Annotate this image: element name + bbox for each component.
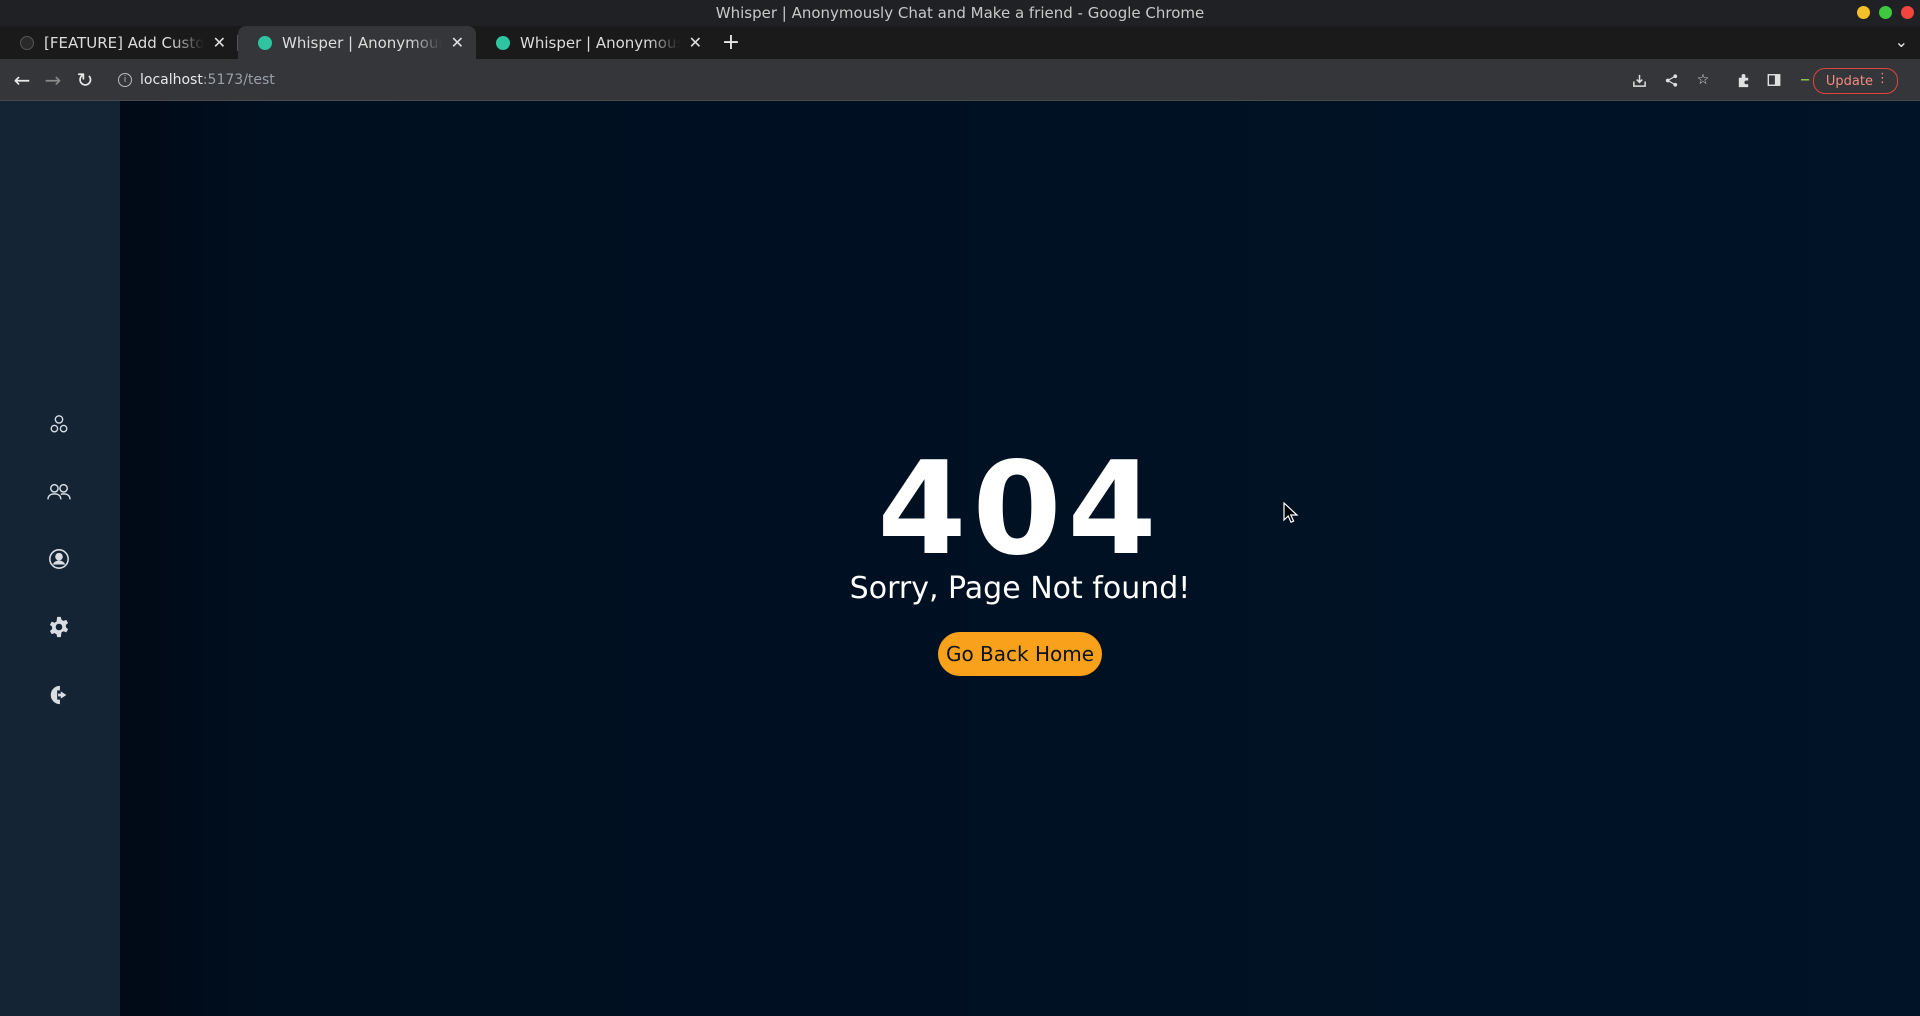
tab-close-icon[interactable]: ✕ <box>213 33 226 52</box>
profile-icon <box>49 549 69 569</box>
extensions-icon[interactable] <box>1734 71 1752 89</box>
sidebar-item-profile[interactable] <box>47 547 71 571</box>
update-button[interactable]: Update ⋮ <box>1812 68 1898 94</box>
new-tab-button[interactable]: + <box>714 26 748 59</box>
tab-close-icon[interactable]: ✕ <box>689 33 702 52</box>
sidebar-item-users[interactable] <box>47 480 71 504</box>
sidebar-item-settings[interactable] <box>47 615 71 639</box>
plus-icon: + <box>721 30 741 55</box>
sidebar <box>0 101 120 1016</box>
url-host: localhost <box>140 72 203 88</box>
tab-github-issue[interactable]: [FEATURE] Add Custom 4 ✕ <box>0 26 238 59</box>
logout-icon <box>50 685 67 705</box>
friends-circle-icon <box>50 415 68 433</box>
settings-icon <box>49 616 69 638</box>
share-icon[interactable] <box>1662 71 1680 89</box>
maximize-button[interactable] <box>1879 6 1892 19</box>
install-icon[interactable] <box>1630 71 1648 89</box>
error-code: 404 <box>877 435 1163 584</box>
side-panel-icon[interactable] <box>1765 71 1783 89</box>
update-label: Update <box>1825 73 1873 89</box>
go-back-home-button[interactable]: Go Back Home <box>938 632 1102 676</box>
mouse-cursor-icon <box>1283 502 1299 523</box>
tab-whisper[interactable]: Whisper | Anonymously Ch ✕ <box>476 26 714 59</box>
url-path: :5173/test <box>202 72 275 88</box>
site-info-icon[interactable]: i <box>118 73 132 87</box>
tab-whisper-active[interactable]: Whisper | Anonymously Ch ✕ <box>238 26 476 59</box>
sidebar-item-friends[interactable] <box>47 412 71 436</box>
more-menu-icon[interactable]: ⋮ <box>1876 71 1889 86</box>
reload-button[interactable]: ↻ <box>72 67 98 93</box>
whisper-icon <box>258 36 272 50</box>
error-message: Sorry, Page Not found! <box>849 571 1191 606</box>
arrow-left-icon: ← <box>13 68 31 92</box>
tab-search-chevron-icon[interactable]: ⌄ <box>1895 32 1908 51</box>
tab-close-icon[interactable]: ✕ <box>451 33 464 52</box>
profile-avatar-icon[interactable] <box>1796 71 1814 89</box>
main-content: 404 Sorry, Page Not found! Go Back Home <box>120 101 1920 1016</box>
reload-icon: ↻ <box>76 68 94 92</box>
github-icon <box>20 36 34 50</box>
tab-label: [FEATURE] Add Custom 4 <box>44 33 204 52</box>
tab-strip: [FEATURE] Add Custom 4 ✕ Whisper | Anony… <box>0 26 1920 59</box>
tab-label: Whisper | Anonymously Ch <box>282 33 442 52</box>
minimize-button[interactable] <box>1857 6 1870 19</box>
users-icon <box>47 483 71 500</box>
bookmark-star-icon[interactable]: ☆ <box>1694 71 1712 89</box>
forward-button[interactable]: → <box>40 67 66 93</box>
browser-toolbar: ← → ↻ i localhost:5173/test ☆ Update ⋮ <box>0 59 1920 101</box>
arrow-right-icon: → <box>44 68 62 92</box>
window-titlebar: Whisper | Anonymously Chat and Make a fr… <box>0 0 1920 26</box>
back-button[interactable]: ← <box>9 67 35 93</box>
address-bar[interactable]: i localhost:5173/test <box>106 64 1646 96</box>
close-window-button[interactable] <box>1901 6 1914 19</box>
sidebar-item-logout[interactable] <box>47 683 71 707</box>
whisper-icon <box>496 36 510 50</box>
window-title: Whisper | Anonymously Chat and Make a fr… <box>715 4 1205 22</box>
window-controls <box>1857 6 1914 19</box>
tab-label: Whisper | Anonymously Ch <box>520 33 680 52</box>
